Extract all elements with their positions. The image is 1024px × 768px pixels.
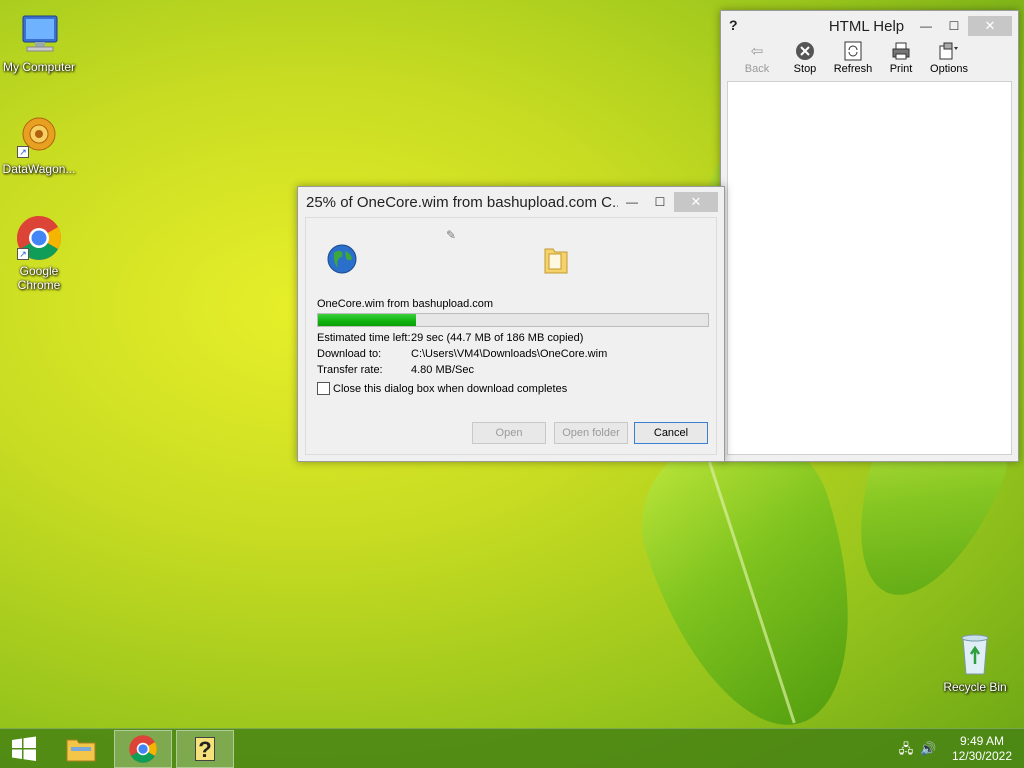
estimated-time-label: Estimated time left: bbox=[317, 332, 411, 344]
tool-label: Print bbox=[889, 63, 913, 75]
desktop-icon-label: Google Chrome bbox=[17, 264, 61, 292]
html-help-titlebar[interactable]: ? HTML Help — ☐ ✕ bbox=[721, 11, 1018, 41]
print-icon bbox=[877, 41, 925, 63]
clock-date: 12/30/2022 bbox=[951, 749, 1012, 763]
desktop-icon-datawagon[interactable]: ↗ DataWagon... bbox=[0, 112, 78, 176]
download-body: ✎ OneCore.wim from bashupload.com Estima… bbox=[305, 217, 717, 455]
shortcut-arrow-icon: ↗ bbox=[17, 248, 29, 260]
transfer-rate-label: Transfer rate: bbox=[317, 364, 383, 376]
file-name-label: OneCore.wim from bashupload.com bbox=[317, 298, 494, 310]
open-folder-button[interactable]: Open folder bbox=[554, 422, 628, 444]
print-button[interactable]: Print bbox=[877, 41, 925, 81]
folder-icon bbox=[542, 243, 570, 280]
download-titlebar[interactable]: 25% of OneCore.wim from bashupload.com C… bbox=[298, 187, 724, 217]
taskbar-html-help[interactable]: ? bbox=[176, 730, 234, 768]
stop-icon bbox=[781, 41, 829, 63]
minimize-button[interactable]: — bbox=[618, 192, 646, 212]
windows-logo-icon bbox=[12, 736, 36, 761]
window-title: 25% of OneCore.wim from bashupload.com C… bbox=[306, 193, 618, 211]
globe-icon bbox=[326, 243, 358, 280]
window-title: HTML Help bbox=[828, 17, 905, 35]
chrome-icon: ↗ bbox=[15, 214, 63, 262]
back-arrow-icon: ⇦ bbox=[750, 43, 764, 60]
transfer-rate-row: Transfer rate: 4.80 MB/Sec bbox=[317, 364, 474, 376]
desktop-icon-label: Recycle Bin bbox=[943, 680, 1007, 694]
tool-label: Options bbox=[930, 63, 968, 75]
tool-label: Refresh bbox=[833, 63, 873, 75]
desktop-icon-label: DataWagon... bbox=[2, 162, 76, 176]
stop-button[interactable]: Stop bbox=[781, 41, 829, 81]
close-button[interactable]: ✕ bbox=[968, 16, 1012, 36]
volume-icon[interactable]: 🔊 bbox=[920, 741, 936, 757]
flying-paper-icon: ✎ bbox=[446, 228, 457, 242]
system-clock[interactable]: 9:49 AM 12/30/2022 bbox=[952, 734, 1012, 764]
html-help-window[interactable]: ? HTML Help — ☐ ✕ ⇦ Back Stop Refresh Pr… bbox=[720, 10, 1019, 462]
download-to-label: Download to: bbox=[317, 348, 382, 360]
help-app-icon: ? bbox=[195, 737, 215, 762]
open-button[interactable]: Open bbox=[472, 422, 546, 444]
taskbar-chrome[interactable] bbox=[114, 730, 172, 768]
desktop-icon-label: My Computer bbox=[2, 60, 76, 74]
network-icon[interactable]: 🖧 bbox=[898, 741, 914, 757]
desktop-icon-google-chrome[interactable]: ↗ Google Chrome bbox=[0, 214, 78, 292]
estimated-time-row: Estimated time left:29 sec (44.7 MB of 1… bbox=[317, 332, 583, 344]
transfer-rate-value: 4.80 MB/Sec bbox=[411, 364, 474, 376]
refresh-icon bbox=[829, 41, 877, 63]
maximize-button[interactable]: ☐ bbox=[646, 192, 674, 212]
refresh-button[interactable]: Refresh bbox=[829, 41, 877, 81]
back-button[interactable]: ⇦ Back bbox=[733, 41, 781, 81]
maximize-button[interactable]: ☐ bbox=[940, 16, 968, 36]
taskbar-file-explorer[interactable] bbox=[52, 730, 110, 768]
datawagon-icon: ↗ bbox=[15, 112, 63, 160]
folder-icon bbox=[66, 739, 96, 762]
tool-label: Back bbox=[744, 63, 770, 75]
start-button[interactable] bbox=[0, 730, 48, 768]
recycle-bin-icon bbox=[951, 630, 999, 678]
progress-fill bbox=[318, 314, 416, 326]
shortcut-arrow-icon: ↗ bbox=[17, 146, 29, 158]
desktop-icon-my-computer[interactable]: My Computer bbox=[0, 10, 78, 74]
help-toolbar: ⇦ Back Stop Refresh Print Options bbox=[721, 41, 1018, 81]
cancel-button[interactable]: Cancel bbox=[634, 422, 708, 444]
tool-label: Stop bbox=[793, 63, 817, 75]
clock-time: 9:49 AM bbox=[959, 734, 1004, 748]
options-button[interactable]: Options bbox=[925, 41, 973, 81]
close-when-done-option[interactable]: Close this dialog box when download comp… bbox=[317, 382, 567, 395]
options-icon bbox=[925, 41, 973, 63]
close-when-done-checkbox[interactable] bbox=[317, 382, 330, 395]
download-progress-bar bbox=[317, 313, 709, 327]
help-app-icon: ? bbox=[729, 17, 738, 33]
help-content-pane[interactable] bbox=[727, 81, 1012, 455]
desktop-icon-recycle-bin[interactable]: Recycle Bin bbox=[936, 630, 1014, 694]
taskbar: ? 🖧 🔊 9:49 AM 12/30/2022 bbox=[0, 728, 1024, 768]
close-button[interactable]: ✕ bbox=[674, 192, 718, 212]
estimated-time-value: 29 sec (44.7 MB of 186 MB copied) bbox=[411, 332, 584, 344]
download-dialog[interactable]: 25% of OneCore.wim from bashupload.com C… bbox=[297, 186, 725, 462]
computer-icon bbox=[15, 10, 63, 58]
chrome-icon bbox=[129, 735, 157, 763]
minimize-button[interactable]: — bbox=[912, 16, 940, 36]
download-to-row: Download to: C:\Users\VM4\Downloads\OneCo… bbox=[317, 348, 607, 360]
download-to-value: C:\Users\VM4\Downloads\OneCore.wim bbox=[411, 348, 608, 360]
close-when-done-label: Close this dialog box when download comp… bbox=[333, 382, 568, 395]
